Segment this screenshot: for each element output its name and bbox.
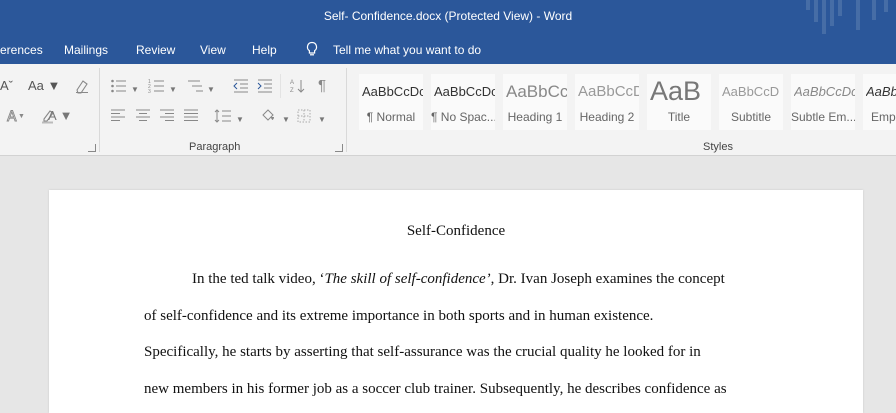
font-color-label: A bbox=[48, 108, 56, 123]
decorative-pattern bbox=[884, 0, 888, 12]
paragraph-line: of self-confidence and its extreme impor… bbox=[144, 308, 654, 324]
ribbon-tabs: erences Mailings Review View Help Tell m… bbox=[0, 36, 896, 64]
video-title: The skill of self-confidence’ bbox=[324, 271, 491, 287]
pilcrow-icon[interactable]: ¶ bbox=[318, 78, 326, 94]
clear-formatting-icon[interactable] bbox=[74, 78, 90, 94]
style-title[interactable]: AaB Title bbox=[647, 74, 711, 130]
decorative-pattern bbox=[806, 0, 810, 10]
tab-help[interactable]: Help bbox=[252, 43, 277, 57]
decorative-pattern bbox=[822, 0, 826, 34]
tab-view[interactable]: View bbox=[200, 43, 226, 57]
chevron-down-icon[interactable]: ▼ bbox=[169, 82, 177, 98]
svg-text:Z: Z bbox=[290, 88, 294, 94]
style-sample: AaBbCcDc bbox=[794, 84, 855, 99]
decorative-pattern bbox=[830, 0, 834, 26]
font-color-button[interactable]: A ▼ bbox=[48, 108, 72, 124]
justify-icon[interactable] bbox=[183, 108, 199, 122]
align-right-icon[interactable] bbox=[159, 108, 175, 122]
chevron-down-icon[interactable]: ▼ bbox=[236, 112, 244, 128]
text-effects-icon[interactable]: A ▼ bbox=[6, 108, 24, 124]
style-sample: AaBb bbox=[866, 84, 896, 99]
style-name: Emp bbox=[871, 110, 896, 124]
borders-icon[interactable] bbox=[296, 108, 312, 124]
style-name: ¶ Normal bbox=[366, 110, 416, 124]
document-title: Self-Confidence bbox=[406, 223, 506, 239]
decrease-indent-icon[interactable] bbox=[232, 78, 250, 94]
style-subtitle[interactable]: AaBbCcD Subtitle bbox=[719, 74, 783, 130]
paragraph-line: new members in his former job as a socce… bbox=[144, 381, 727, 397]
text-run: , Dr. Ivan Joseph examines the concept bbox=[490, 271, 725, 287]
tab-references[interactable]: erences bbox=[0, 43, 43, 57]
line-spacing-icon[interactable] bbox=[214, 108, 232, 124]
svg-text:A: A bbox=[7, 109, 17, 124]
style-name: ¶ No Spac... bbox=[431, 110, 495, 124]
style-sample: AaBbCcD bbox=[578, 83, 639, 100]
style-sample: AaBbCcD bbox=[722, 84, 780, 99]
styles-group-label: Styles bbox=[703, 141, 733, 153]
style-sample: AaBbCc bbox=[506, 82, 567, 101]
svg-text:A: A bbox=[290, 80, 294, 86]
paragraph-dialog-launcher[interactable] bbox=[335, 144, 343, 152]
multilevel-list-icon[interactable] bbox=[186, 78, 204, 94]
ribbon: Aˇ Aa ▼ A ▼ A ▼ ▼ 123 ▼ ▼ AZ ¶ ▼ ▼ ▼ Par… bbox=[0, 64, 896, 156]
font-size-partial[interactable]: Aˇ bbox=[0, 78, 13, 94]
style-name: Subtitle bbox=[730, 110, 772, 124]
lightbulb-icon[interactable] bbox=[305, 41, 319, 57]
chevron-down-icon[interactable]: ▼ bbox=[282, 112, 290, 128]
chevron-down-icon[interactable]: ▼ bbox=[207, 82, 215, 98]
font-dialog-launcher[interactable] bbox=[88, 144, 96, 152]
change-case-label: Aa bbox=[28, 78, 44, 93]
increase-indent-icon[interactable] bbox=[256, 78, 274, 94]
style-no-spacing[interactable]: AaBbCcDc ¶ No Spac... bbox=[431, 74, 495, 130]
style-sample: AaBbCcDc bbox=[362, 84, 423, 99]
chevron-down-icon[interactable]: ▼ bbox=[131, 82, 139, 98]
text-run: In the ted talk video, ‘ bbox=[192, 271, 325, 287]
style-name: Subtle Em... bbox=[791, 110, 855, 124]
tab-review[interactable]: Review bbox=[136, 43, 175, 57]
paragraph-line: Specifically, he starts by asserting tha… bbox=[144, 344, 701, 360]
shading-bucket-icon[interactable] bbox=[260, 108, 278, 124]
group-separator bbox=[346, 68, 347, 152]
style-name: Heading 2 bbox=[579, 110, 635, 124]
tell-me-search[interactable]: Tell me what you want to do bbox=[333, 43, 481, 57]
decorative-pattern bbox=[856, 0, 860, 30]
style-name: Heading 1 bbox=[507, 110, 563, 124]
style-subtle-emphasis[interactable]: AaBbCcDc Subtle Em... bbox=[791, 74, 855, 130]
bullet-list-icon[interactable] bbox=[110, 78, 128, 94]
svg-text:▼: ▼ bbox=[18, 113, 24, 120]
tab-mailings[interactable]: Mailings bbox=[64, 43, 108, 57]
decorative-pattern bbox=[814, 0, 818, 22]
svg-text:3: 3 bbox=[148, 89, 151, 94]
style-heading-2[interactable]: AaBbCcD Heading 2 bbox=[575, 74, 639, 130]
change-case-button[interactable]: Aa ▼ bbox=[28, 78, 60, 94]
chevron-down-icon[interactable]: ▼ bbox=[318, 112, 326, 128]
sort-icon[interactable]: AZ bbox=[290, 78, 306, 94]
decorative-pattern bbox=[838, 0, 842, 16]
divider bbox=[280, 74, 281, 98]
align-center-icon[interactable] bbox=[135, 108, 151, 122]
decorative-pattern bbox=[872, 0, 876, 20]
document-page[interactable]: Self-Confidence In the ted talk video, ‘… bbox=[49, 190, 863, 413]
paragraph-group-label: Paragraph bbox=[189, 141, 241, 153]
style-name: Title bbox=[667, 110, 691, 124]
numbered-list-icon[interactable]: 123 bbox=[148, 78, 166, 94]
title-bar: Self- Confidence.docx (Protected View) -… bbox=[0, 0, 896, 36]
group-separator bbox=[99, 68, 100, 152]
style-heading-1[interactable]: AaBbCc Heading 1 bbox=[503, 74, 567, 130]
style-normal[interactable]: AaBbCcDc ¶ Normal bbox=[359, 74, 423, 130]
window-title: Self- Confidence.docx (Protected View) -… bbox=[323, 9, 573, 23]
align-left-icon[interactable] bbox=[110, 108, 126, 122]
style-emphasis[interactable]: AaBb Emp bbox=[863, 74, 896, 130]
style-sample: AaB bbox=[650, 76, 702, 106]
style-sample: AaBbCcDc bbox=[434, 84, 495, 99]
paragraph-line: In the ted talk video, ‘The skill of sel… bbox=[192, 271, 725, 288]
